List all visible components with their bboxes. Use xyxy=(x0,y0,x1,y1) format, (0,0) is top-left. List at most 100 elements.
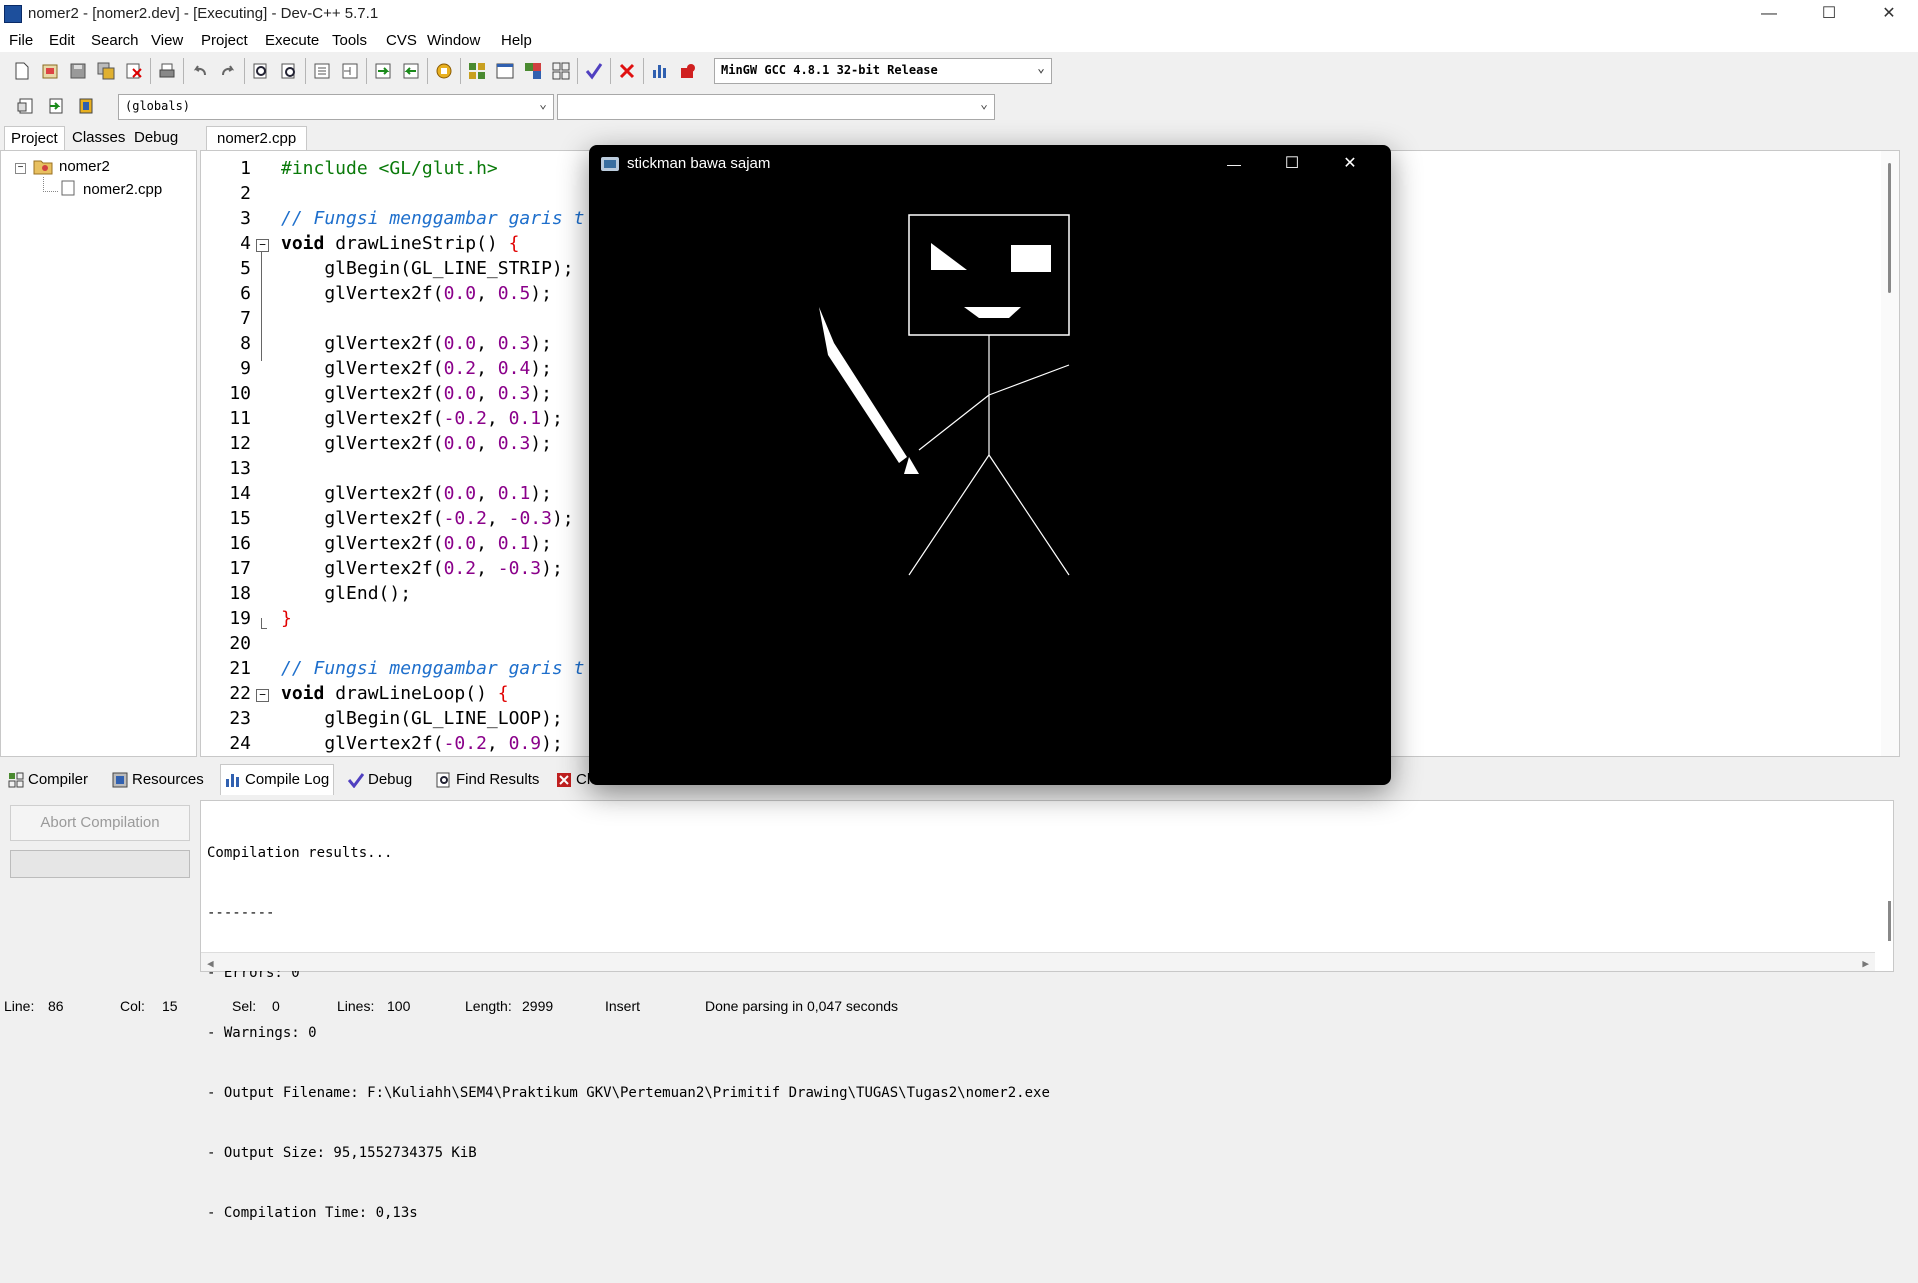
new-file-icon[interactable] xyxy=(10,59,34,83)
abort-compilation-button[interactable]: Abort Compilation xyxy=(10,805,190,841)
menu-edit[interactable]: Edit xyxy=(49,32,75,49)
undo-icon[interactable] xyxy=(188,59,212,83)
function-select[interactable]: ⌄ xyxy=(557,94,995,120)
close-button[interactable]: ✕ xyxy=(1860,0,1918,28)
function-signature: drawLineStrip() xyxy=(324,233,509,254)
menu-help[interactable]: Help xyxy=(501,32,532,49)
menu-project[interactable]: Project xyxy=(201,32,248,49)
new-project-icon[interactable] xyxy=(14,94,38,118)
tab-resources[interactable]: Resources xyxy=(112,768,204,792)
menu-tools[interactable]: Tools xyxy=(332,32,367,49)
find-icon[interactable] xyxy=(249,59,273,83)
menu-search[interactable]: Search xyxy=(91,32,139,49)
status-lines-value: 100 xyxy=(387,998,411,1014)
compile-icon[interactable] xyxy=(465,59,489,83)
class-browser-icon[interactable] xyxy=(432,59,456,83)
menu-view[interactable]: View xyxy=(151,32,183,49)
grid-icon xyxy=(8,772,24,788)
compile-run-icon[interactable] xyxy=(521,59,545,83)
redo-icon[interactable] xyxy=(216,59,240,83)
editor-scrollbar[interactable] xyxy=(1881,151,1899,756)
maximize-button[interactable]: ☐ xyxy=(1800,0,1858,28)
indent-icon[interactable] xyxy=(310,59,334,83)
compiler-select[interactable]: MinGW GCC 4.8.1 32-bit Release ⌄ xyxy=(714,58,1052,84)
run-icon[interactable] xyxy=(493,59,517,83)
scrollbar-thumb[interactable] xyxy=(1888,163,1891,293)
glut-window[interactable]: stickman bawa sajam — ☐ ✕ xyxy=(589,145,1391,785)
tab-label: Resources xyxy=(132,771,204,788)
tab-compiler[interactable]: Compiler xyxy=(8,768,88,792)
log-line: - Compilation Time: 0,13s xyxy=(207,1205,418,1221)
line-number: 10 xyxy=(229,383,251,404)
status-line-label: Line: xyxy=(4,998,35,1014)
tab-classes[interactable]: Classes xyxy=(66,126,131,150)
line-number: 20 xyxy=(229,633,251,654)
menu-execute[interactable]: Execute xyxy=(265,32,319,49)
keyword: void xyxy=(281,683,325,704)
stickman-right-leg xyxy=(988,454,1070,576)
tab-compile-log[interactable]: Compile Log xyxy=(220,764,335,795)
close-file-icon[interactable] xyxy=(122,59,146,83)
window-title: nomer2 - [nomer2.dev] - [Executing] - De… xyxy=(28,5,379,22)
vertical-scrollbar-thumb[interactable] xyxy=(1888,901,1891,941)
chevron-down-icon: ⌄ xyxy=(980,97,988,112)
status-length-value: 2999 xyxy=(522,998,554,1014)
add-to-project-icon[interactable] xyxy=(44,94,68,118)
editor-tab[interactable]: nomer2.cpp xyxy=(206,126,308,151)
comma: , xyxy=(476,433,498,454)
globals-select[interactable]: (globals) ⌄ xyxy=(118,94,554,120)
glut-close-button[interactable]: ✕ xyxy=(1325,149,1375,179)
profile-chart-icon[interactable] xyxy=(648,59,672,83)
project-options-icon[interactable] xyxy=(74,94,98,118)
fold-toggle[interactable]: − xyxy=(256,689,269,702)
line-number: 7 xyxy=(240,308,251,329)
call: glVertex2f( xyxy=(281,558,444,579)
line-number: 12 xyxy=(229,433,251,454)
file-node[interactable]: nomer2.cpp xyxy=(83,181,162,198)
scroll-left-icon[interactable]: ◀ xyxy=(207,954,214,974)
menu-cvs[interactable]: CVS xyxy=(386,32,417,49)
debug-check-icon[interactable] xyxy=(582,59,606,83)
goto-line-icon[interactable] xyxy=(371,59,395,83)
code-line-17: glVertex2f(0.2, -0.3); xyxy=(281,558,562,579)
delete-profile-icon[interactable] xyxy=(676,59,700,83)
stickman-left-eye xyxy=(931,243,967,270)
menu-window[interactable]: Window xyxy=(427,32,480,49)
tab-debug-output[interactable]: Debug xyxy=(347,768,412,792)
tab-label: Compile Log xyxy=(245,771,330,788)
number: -0.3 xyxy=(508,508,552,529)
rebuild-all-icon[interactable] xyxy=(549,59,573,83)
line-number: 18 xyxy=(229,583,251,604)
stop-execution-icon[interactable] xyxy=(615,59,639,83)
number: 0.0 xyxy=(443,533,477,554)
tab-debug[interactable]: Debug xyxy=(128,126,184,150)
save-icon[interactable] xyxy=(66,59,90,83)
open-file-icon[interactable] xyxy=(38,59,62,83)
code-line-14: glVertex2f(0.0, 0.1); xyxy=(281,483,552,504)
glut-minimize-button[interactable]: — xyxy=(1209,149,1259,179)
menu-file[interactable]: File xyxy=(9,32,33,49)
code-line-23: glBegin(GL_LINE_LOOP); xyxy=(281,708,563,729)
line-number: 11 xyxy=(229,408,251,429)
line-number: 17 xyxy=(229,558,251,579)
tab-find-results[interactable]: Find Results xyxy=(436,768,539,792)
minimize-button[interactable]: — xyxy=(1740,0,1798,28)
goto-bookmark-icon[interactable] xyxy=(399,59,423,83)
number: 0.1 xyxy=(497,533,531,554)
comma: , xyxy=(476,483,498,504)
collapse-toggle[interactable]: − xyxy=(15,163,26,174)
compile-log[interactable]: Compilation results... -------- - Errors… xyxy=(200,800,1894,1221)
print-icon[interactable] xyxy=(155,59,179,83)
comma: , xyxy=(486,408,509,429)
brace: { xyxy=(508,233,520,254)
horizontal-scrollbar[interactable]: ◀ ▶ xyxy=(201,952,1875,971)
tab-project[interactable]: Project xyxy=(4,126,65,151)
scroll-right-icon[interactable]: ▶ xyxy=(1862,954,1869,974)
replace-icon[interactable] xyxy=(277,59,301,83)
number: 0.0 xyxy=(443,383,477,404)
save-all-icon[interactable] xyxy=(94,59,118,83)
fold-toggle[interactable]: − xyxy=(256,239,269,252)
unindent-icon[interactable] xyxy=(338,59,362,83)
project-node[interactable]: nomer2 xyxy=(59,158,110,175)
glut-maximize-button[interactable]: ☐ xyxy=(1267,149,1317,179)
